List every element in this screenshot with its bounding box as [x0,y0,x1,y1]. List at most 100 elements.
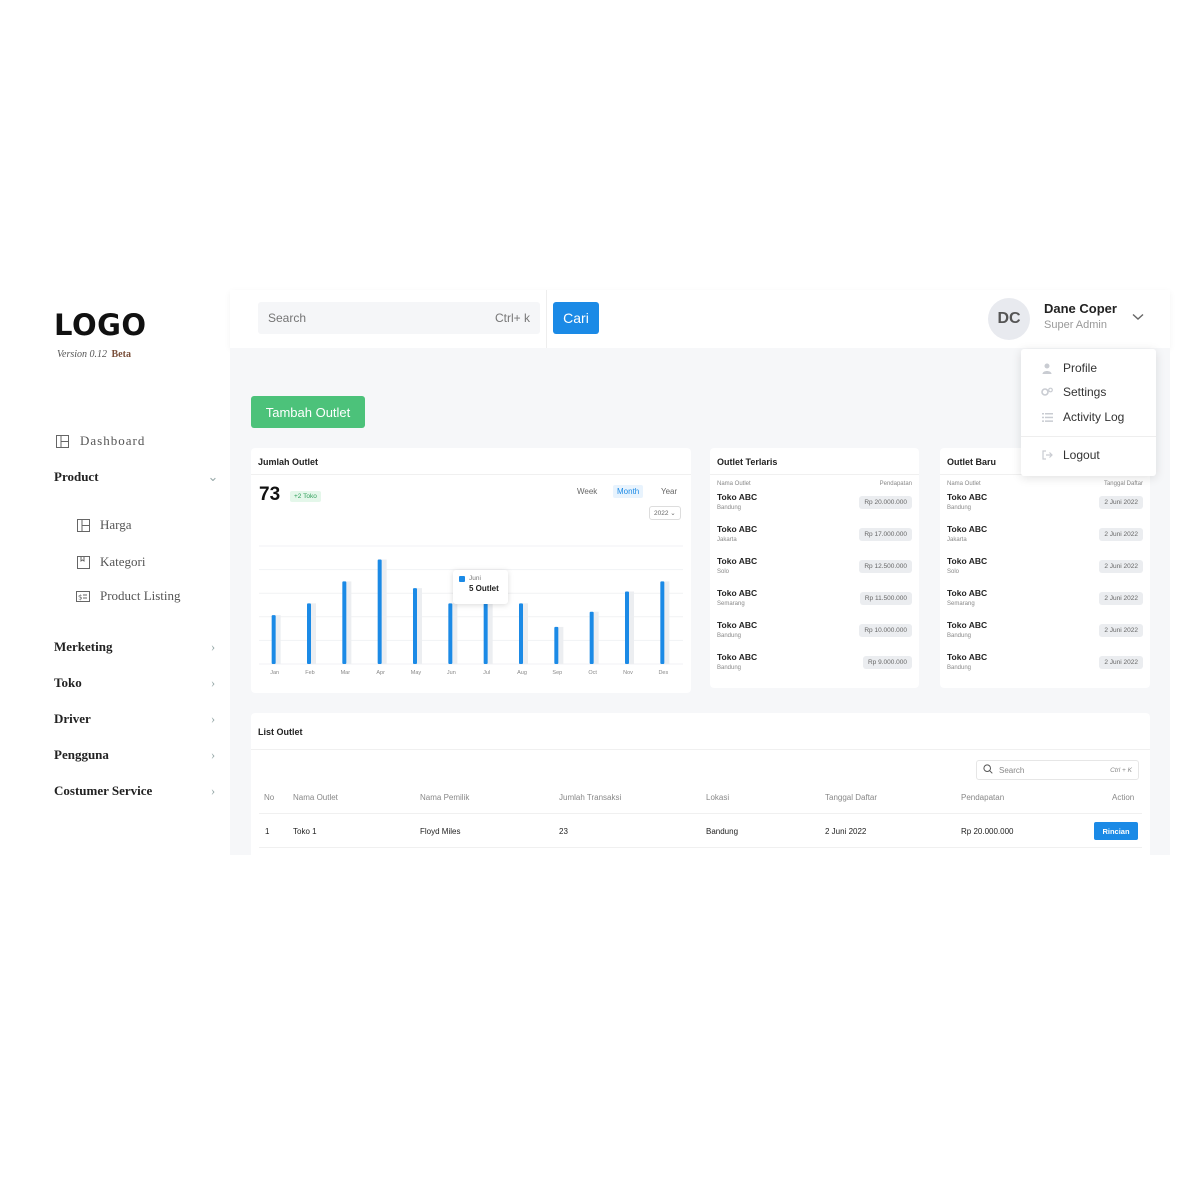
bar[interactable] [483,603,488,664]
tab-year[interactable]: Year [657,485,681,498]
svg-text:$: $ [78,593,82,601]
sidebar-subitem-kategori[interactable]: Kategori [76,552,145,572]
outlet-city: Bandung [717,505,742,511]
x-tick-label: Sep [552,670,562,676]
x-tick-label: Nov [623,670,633,676]
list-item: Toko ABC Solo 2 Juni 2022 [947,556,1143,582]
logo: LOGO [54,308,147,342]
tooltip-label: Juni [469,575,481,582]
top-outlets-card: Outlet Terlaris Nama Outlet Pendapatan T… [710,448,919,688]
sidebar-item-label: Product Listing [100,588,181,603]
user-name[interactable]: Dane Coper [1044,301,1117,316]
outlet-count-card: Jumlah Outlet 73 +2 Toko Week Month Year… [251,448,691,693]
search-icon [983,764,993,776]
list-item: Toko ABC Bandung 2 Juni 2022 [947,652,1143,678]
add-outlet-button[interactable]: Tambah Outlet [251,396,365,428]
menu-item-activity-log[interactable]: Activity Log [1041,409,1124,425]
x-tick-label: Des [658,670,668,676]
column-header: Pendapatan [879,481,912,487]
sidebar-item-dashboard[interactable]: Dashboard [54,431,219,451]
column-header: Nama Outlet [717,481,751,487]
cell-location: Bandung [706,827,739,836]
tab-week[interactable]: Week [573,485,601,498]
sidebar-item-label: Pengguna [54,747,109,762]
bar-background [275,615,281,664]
x-tick-label: Mar [341,670,351,676]
sidebar-subitem-harga[interactable]: Harga [76,515,132,535]
sidebar-item-costumer-service[interactable]: Costumer Service › [54,781,219,801]
global-search[interactable]: Ctrl+ k [258,302,540,334]
tab-month[interactable]: Month [613,485,644,498]
year-select-value: 2022 [654,510,669,517]
outlet-name: Toko ABC [717,652,758,662]
chevron-right-icon: › [210,747,216,762]
bar[interactable] [342,581,347,664]
user-icon [1041,362,1053,374]
chevron-right-icon: › [210,783,216,798]
bookmark-icon [76,555,90,569]
bar[interactable] [519,603,523,664]
column-header-revenue: Pendapatan [961,793,1005,802]
outlet-name: Toko ABC [947,620,988,630]
list-item: Toko ABC Bandung Rp 20.000.000 [717,492,912,518]
value-pill: Rp 20.000.000 [859,496,912,509]
column-header-no: No [264,793,275,802]
avatar[interactable]: DC [988,298,1030,340]
search-input[interactable] [268,311,495,325]
list-item: Toko ABC Bandung Rp 10.000.000 [717,620,912,646]
cell-outlet: Toko 1 [293,827,317,836]
bar[interactable] [589,611,594,664]
bar[interactable] [448,603,453,664]
sidebar-item-driver[interactable]: Driver › [54,709,219,729]
outlet-name: Toko ABC [947,492,988,502]
bar[interactable] [271,615,276,664]
outlet-bar-chart: Jan Feb Mar Apr May Jun Jul Aug Sep Oct Nov Des [259,545,683,676]
menu-item-logout[interactable]: Logout [1041,447,1100,463]
column-header-owner: Nama Pemilik [420,793,470,802]
value-pill: 2 Juni 2022 [1099,624,1143,637]
detail-button[interactable]: Rincian [1094,822,1138,840]
sidebar-item-pengguna[interactable]: Pengguna › [54,745,219,765]
column-header-action: Action [1112,793,1135,802]
sidebar-item-label: Toko [54,675,82,690]
bar-background [629,591,634,664]
chart-tooltip: Juni 5 Outlet [453,570,508,604]
bar-background [593,611,599,664]
sidebar-subitem-product-listing[interactable]: $ Product Listing [76,586,181,606]
sidebar-item-product[interactable]: Product ⌄ [54,467,219,487]
bar[interactable] [377,559,382,664]
list-header: Nama Outlet Pendapatan [717,481,912,487]
bar[interactable] [307,603,311,664]
sidebar-item-merketing[interactable]: Merketing › [54,637,219,657]
value-pill: 2 Juni 2022 [1099,592,1143,605]
menu-item-profile[interactable]: Profile [1041,360,1097,376]
bar[interactable] [554,626,559,664]
bar-background [487,603,493,664]
outlet-name: Toko ABC [947,588,988,598]
card-title: Outlet Baru [947,457,997,467]
bar[interactable] [625,591,629,664]
value-pill: Rp 17.000.000 [859,528,912,541]
search-button[interactable]: Cari [553,302,599,334]
menu-item-settings[interactable]: Settings [1041,384,1106,400]
outlet-city: Bandung [947,633,972,639]
column-header-outlet: Nama Outlet [293,793,338,802]
bar[interactable] [413,588,417,664]
sidebar-item-toko[interactable]: Toko › [54,673,219,693]
divider [251,749,1150,750]
legend-swatch [459,575,465,582]
cell-date: 2 Juni 2022 [825,827,867,836]
chevron-right-icon: › [210,711,216,726]
outlet-city: Solo [947,569,960,575]
list-item: Toko ABC Bandung 2 Juni 2022 [947,492,1143,518]
logout-icon [1041,449,1053,461]
beta-badge: Beta [111,349,131,360]
layout-icon [54,434,70,448]
chevron-down-icon[interactable] [1132,310,1144,324]
table-search[interactable]: Search Ctrl + K [976,760,1139,780]
table-search-input[interactable]: Search [999,766,1110,775]
year-select[interactable]: 2022 ⌄ [649,506,681,520]
bar-background [417,588,422,664]
card-title: Outlet Terlaris [717,457,778,467]
bar[interactable] [660,581,665,664]
